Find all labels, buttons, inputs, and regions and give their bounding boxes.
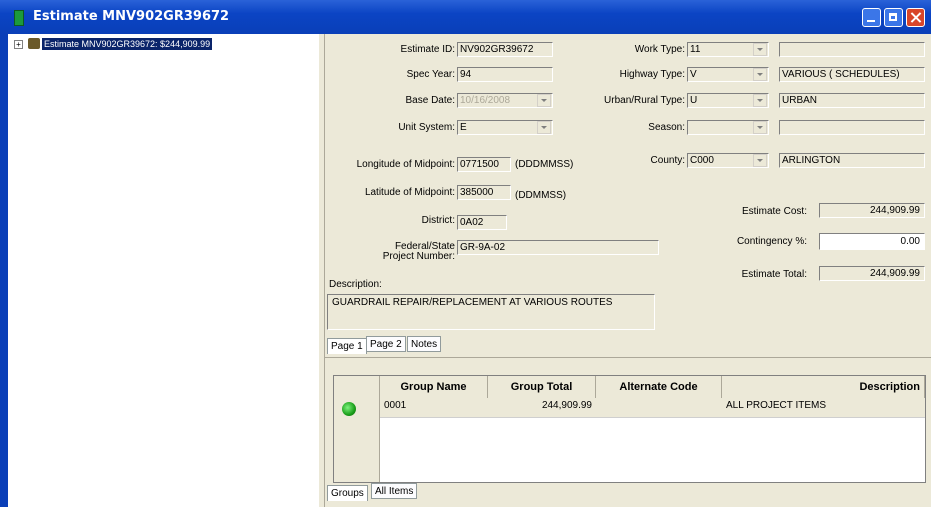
fed-project-label-line2: Project Number: <box>382 251 455 262</box>
work-type-dropdown-icon[interactable] <box>753 43 767 56</box>
tree-expander-icon[interactable]: + <box>14 40 23 49</box>
column-alternate-code[interactable]: Alternate Code <box>596 376 722 398</box>
description-label: Description: <box>329 279 382 290</box>
tree-node-estimate[interactable]: Estimate MNV902GR39672: $244,909.99 <box>42 38 213 50</box>
estimate-form: Estimate ID: NV902GR39672 Spec Year: 94 … <box>325 34 931 357</box>
season-dropdown-icon[interactable] <box>753 121 767 134</box>
cell-group-total: 244,909.99 <box>541 400 592 411</box>
title-bar: Estimate MNV902GR39672 <box>0 0 931 34</box>
estimate-tree: + Estimate MNV902GR39672: $244,909.99 <box>8 34 318 507</box>
longitude-unit: (DDDMMSS) <box>515 159 574 170</box>
latitude-unit: (DDMMSS) <box>515 190 567 201</box>
season-label: Season: <box>648 122 685 133</box>
spec-year-label: Spec Year: <box>406 69 455 80</box>
longitude-label: Longitude of Midpoint: <box>356 159 455 170</box>
estimate-id-label: Estimate ID: <box>400 44 455 55</box>
highway-type-dropdown-icon[interactable] <box>753 68 767 81</box>
unit-system-label: Unit System: <box>398 122 455 133</box>
highway-type-desc: VARIOUS ( SCHEDULES) <box>779 67 925 82</box>
contingency-label: Contingency %: <box>736 236 807 247</box>
longitude-field[interactable]: 0771500 <box>457 157 511 172</box>
latitude-label: Latitude of Midpoint: <box>364 187 455 198</box>
estimate-total-field: 244,909.99 <box>819 266 925 281</box>
unit-system-dropdown-icon[interactable] <box>537 121 551 134</box>
maximize-button[interactable] <box>884 8 903 27</box>
column-description[interactable]: Description <box>722 376 925 398</box>
tab-notes[interactable]: Notes <box>407 336 442 352</box>
tab-page-1[interactable]: Page 1 <box>327 338 367 354</box>
county-label: County: <box>650 155 685 166</box>
urban-rural-desc: URBAN <box>779 93 925 108</box>
district-field[interactable]: 0A02 <box>457 215 507 230</box>
base-date-dropdown-icon[interactable] <box>537 94 551 107</box>
estimate-cost-field: 244,909.99 <box>819 203 925 218</box>
cell-alternate-code <box>596 398 722 418</box>
estimate-cost-label: Estimate Cost: <box>741 206 807 217</box>
cell-group-name: 0001 <box>384 400 407 411</box>
bottom-tab-strip: Groups All Items <box>325 483 931 507</box>
base-date-label: Base Date: <box>405 95 455 106</box>
county-dropdown-icon[interactable] <box>753 154 767 167</box>
tab-all-items[interactable]: All Items <box>371 483 418 499</box>
fed-project-label: Federal/State Project Number: <box>355 242 455 262</box>
status-ok-icon <box>342 402 356 416</box>
urban-rural-dropdown-icon[interactable] <box>753 94 767 107</box>
season-desc <box>779 120 925 135</box>
latitude-field[interactable]: 385000 <box>457 185 511 200</box>
county-desc: ARLINGTON <box>779 153 925 168</box>
cell-description: ALL PROJECT ITEMS <box>726 400 827 411</box>
window-border <box>0 34 8 507</box>
vertical-splitter[interactable] <box>318 34 325 507</box>
tab-groups[interactable]: Groups <box>327 485 368 501</box>
estimate-id-field[interactable]: NV902GR39672 <box>457 42 553 57</box>
highway-type-label: Highway Type: <box>619 69 685 80</box>
description-field[interactable]: GUARDRAIL REPAIR/REPLACEMENT AT VARIOUS … <box>327 294 655 330</box>
column-group-total[interactable]: Group Total <box>488 376 596 398</box>
estimate-total-label: Estimate Total: <box>741 269 807 280</box>
spec-year-field[interactable]: 94 <box>457 67 553 82</box>
groups-grid: Group Name Group Total Alternate Code De… <box>333 375 926 483</box>
urban-rural-label: Urban/Rural Type: <box>604 95 685 106</box>
grid-corner <box>334 376 380 398</box>
work-type-desc <box>779 42 925 57</box>
contingency-field[interactable]: 0.00 <box>819 233 925 250</box>
grid-header: Group Name Group Total Alternate Code De… <box>334 376 925 398</box>
close-button[interactable] <box>906 8 925 27</box>
column-group-name[interactable]: Group Name <box>380 376 488 398</box>
minimize-button[interactable] <box>862 8 881 27</box>
horizontal-splitter[interactable] <box>325 357 931 365</box>
table-row[interactable]: 0001 244,909.99 ALL PROJECT ITEMS <box>380 398 925 418</box>
app-icon <box>14 10 24 26</box>
work-type-label: Work Type: <box>634 44 685 55</box>
fed-project-field[interactable]: GR-9A-02 <box>457 240 659 255</box>
estimate-node-icon <box>28 38 40 49</box>
tab-page-2[interactable]: Page 2 <box>366 336 406 352</box>
window-title: Estimate MNV902GR39672 <box>33 9 230 24</box>
district-label: District: <box>421 215 455 226</box>
row-header-column <box>334 398 380 482</box>
